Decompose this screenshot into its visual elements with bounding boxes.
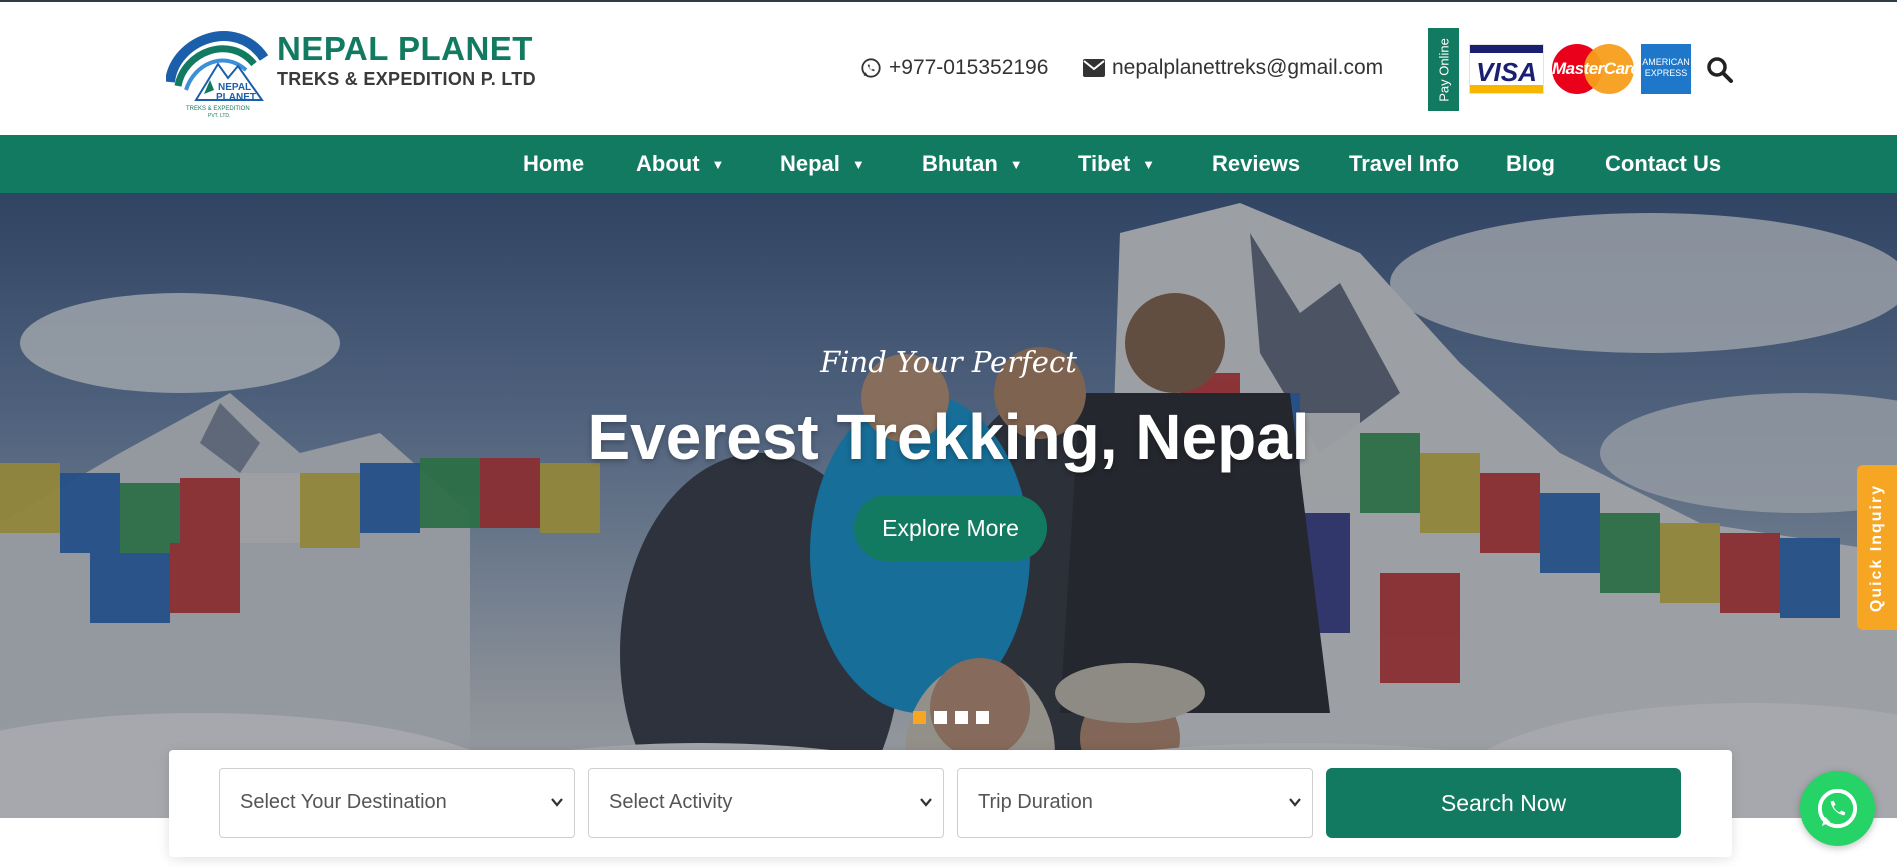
nav-item-label: Tibet [1078,151,1131,176]
nav-item-blog[interactable]: Blog [1506,135,1555,193]
nav-item-label: Home [523,151,585,176]
search-now-button[interactable]: Search Now [1326,768,1681,838]
nav-item-bhutan[interactable]: Bhutan ▼ [922,135,1023,193]
nav-item-label: Blog [1506,151,1555,176]
main-nav: Home About ▼ Nepal ▼ Bhutan ▼ Tibet ▼ Re… [0,135,1897,193]
nav-item-label: Reviews [1212,151,1301,176]
hero-slider: Find Your Perfect Everest Trekking, Nepa… [0,193,1897,818]
explore-more-button[interactable]: Explore More [854,495,1047,561]
logo-mark-icon: NEPAL PLANET TREKS & EXPEDITION PVT. LTD… [166,31,269,119]
phone-link[interactable]: +977-015352196 [860,56,1048,80]
hero-title: Everest Trekking, Nepal [587,401,1310,473]
nav-item-label: Travel Info [1349,151,1460,176]
nav-item-nepal[interactable]: Nepal ▼ [780,135,865,193]
chevron-down-icon [920,798,932,807]
nav-item-label: Nepal [780,151,840,176]
nav-item-label: Bhutan [922,151,998,176]
nav-item-reviews[interactable]: Reviews [1212,135,1300,193]
duration-select-value: Trip Duration [978,791,1093,813]
site-header: NEPAL PLANET TREKS & EXPEDITION PVT. LTD… [0,2,1897,135]
chevron-down-icon: ▼ [1142,156,1156,172]
svg-text:PLANET: PLANET [216,92,256,103]
trip-search-panel: Select Your Destination Select Activity … [169,750,1732,857]
slider-dot-2[interactable] [934,711,947,724]
activity-select-value: Select Activity [609,791,733,813]
whatsapp-icon [1817,788,1858,829]
amex-logo: AMERICAN EXPRESS [1641,44,1691,94]
pay-online-label: Pay Online [1436,37,1451,102]
nav-item-about[interactable]: About ▼ [636,135,724,193]
slider-dot-4[interactable] [976,711,989,724]
chevron-down-icon: ▼ [711,156,725,172]
slider-pagination [913,711,989,724]
site-logo[interactable]: NEPAL PLANET TREKS & EXPEDITION PVT. LTD… [166,20,546,120]
duration-select[interactable]: Trip Duration [957,768,1313,838]
mastercard-logo: MasterCard [1552,44,1641,94]
slider-dot-3[interactable] [955,711,968,724]
pay-online-button[interactable]: Pay Online [1428,28,1459,111]
whatsapp-chat-button[interactable] [1800,771,1875,846]
svg-text:PVT. LTD.: PVT. LTD. [208,113,230,119]
activity-select[interactable]: Select Activity [588,768,944,838]
slider-dot-1[interactable] [913,711,926,724]
email-address: nepalplanettreks@gmail.com [1112,56,1384,79]
destination-select-value: Select Your Destination [240,791,447,813]
nav-item-home[interactable]: Home [523,135,584,193]
nav-item-travel-info[interactable]: Travel Info [1349,135,1459,193]
quick-inquiry-label: Quick Inquiry [1868,483,1885,612]
nav-item-contact-us[interactable]: Contact Us [1605,135,1721,193]
chevron-down-icon: ▼ [851,156,865,172]
brand-subtitle: TREKS & EXPEDITION P. LTD [277,69,536,89]
nav-item-tibet[interactable]: Tibet ▼ [1078,135,1155,193]
email-link[interactable]: nepalplanettreks@gmail.com [1083,56,1383,80]
whatsapp-icon [861,58,881,78]
hero-tagline: Find Your Perfect [820,345,1077,379]
svg-text:TREKS & EXPEDITION: TREKS & EXPEDITION [186,106,250,112]
visa-card-logo: VISA [1469,44,1544,94]
quick-inquiry-tab[interactable]: Quick Inquiry [1857,465,1897,630]
brand-name: NEPAL PLANET [277,30,533,67]
chevron-down-icon: ▼ [1009,156,1023,172]
nav-item-label: Contact Us [1605,151,1722,176]
destination-select[interactable]: Select Your Destination [219,768,575,838]
phone-number: +977-015352196 [889,56,1049,79]
nav-item-label: About [636,151,700,176]
search-icon[interactable] [1706,56,1734,84]
chevron-down-icon [551,798,563,807]
envelope-icon [1083,59,1105,77]
chevron-down-icon [1289,798,1301,807]
